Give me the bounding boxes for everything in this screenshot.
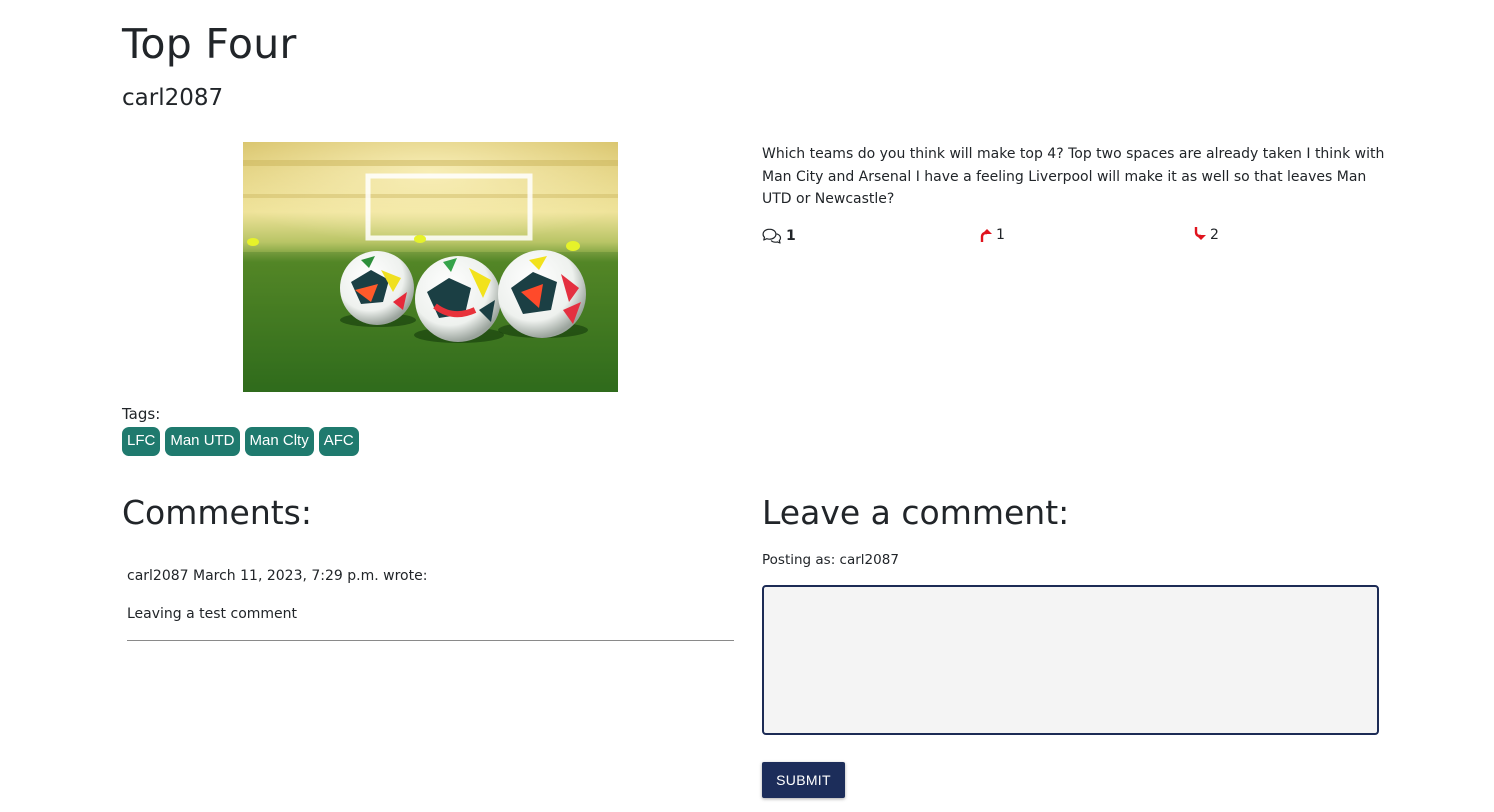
upvote-control[interactable]: 1 bbox=[980, 226, 1005, 243]
comment-count: 1 bbox=[786, 228, 796, 244]
arrow-up-icon[interactable] bbox=[980, 226, 992, 243]
tags-label: Tags: bbox=[122, 405, 161, 423]
tag-badge[interactable]: Man Clty bbox=[244, 427, 314, 456]
leave-comment-heading: Leave a comment: bbox=[762, 493, 1070, 532]
post-title: Top Four bbox=[122, 20, 297, 68]
comments-heading: Comments: bbox=[122, 493, 312, 532]
downvote-count: 2 bbox=[1210, 226, 1219, 243]
downvote-control[interactable]: 2 bbox=[1194, 226, 1219, 243]
post-content: Which teams do you think will make top 4… bbox=[762, 146, 1385, 207]
tag-badge[interactable]: LFC bbox=[122, 427, 161, 456]
comment-count-stat: 1 bbox=[762, 228, 796, 244]
tag-badge[interactable]: AFC bbox=[318, 427, 359, 456]
comment-textarea[interactable] bbox=[762, 585, 1379, 735]
submit-button[interactable]: SUBMIT bbox=[762, 762, 845, 798]
comment-divider bbox=[127, 640, 734, 641]
post-image bbox=[243, 142, 618, 392]
posting-as-label: Posting as: carl2087 bbox=[762, 552, 899, 568]
comment-body: Leaving a test comment bbox=[127, 606, 298, 622]
comment-item: carl2087 March 11, 2023, 7:29 p.m. wrote… bbox=[127, 566, 734, 641]
tag-badge[interactable]: Man UTD bbox=[165, 427, 240, 456]
post-detail-page: Top Four carl2087 Tags: LFC Man UTD Man … bbox=[0, 0, 1494, 812]
upvote-count: 1 bbox=[996, 226, 1005, 243]
comment-meta: carl2087 March 11, 2023, 7:29 p.m. wrote… bbox=[127, 568, 428, 584]
arrow-down-icon[interactable] bbox=[1194, 226, 1206, 243]
post-author: carl2087 bbox=[122, 85, 224, 111]
tag-list: LFC Man UTD Man Clty AFC bbox=[122, 427, 359, 456]
comments-icon bbox=[762, 228, 782, 244]
